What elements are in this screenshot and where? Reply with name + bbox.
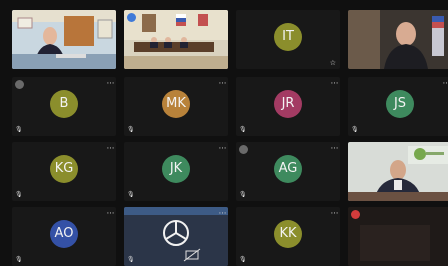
- pin-badge[interactable]: [15, 80, 24, 89]
- participant-tile[interactable]: MK ⋮ 🎙: [124, 77, 228, 136]
- pin-badge[interactable]: [127, 13, 136, 22]
- more-options-icon[interactable]: ⋮: [106, 144, 115, 152]
- participant-avatar: JR: [274, 90, 302, 119]
- participant-avatar: IT: [274, 23, 302, 52]
- video-feed-office-single: [12, 10, 116, 69]
- participant-tile[interactable]: AO ⋮ 🎙: [12, 207, 116, 266]
- participant-tile[interactable]: [348, 207, 448, 266]
- microphone-icon[interactable]: 🎙: [239, 191, 247, 198]
- participant-tile[interactable]: [348, 10, 448, 69]
- participant-avatar: KG: [50, 155, 78, 184]
- microphone-icon[interactable]: 🎙: [15, 126, 23, 133]
- microphone-icon[interactable]: 🎙: [127, 256, 135, 263]
- participant-tile[interactable]: IT ☆: [236, 10, 340, 69]
- video-feed-dark: [348, 207, 448, 266]
- participant-tile[interactable]: [348, 142, 448, 201]
- participant-avatar: JS: [386, 90, 414, 119]
- video-call-grid: IT ☆ B ⋮ 🎙 MK ⋮ 🎙 JR ⋮ 🎙 JS ⋮ 🎙 KG ⋮ 🎙 J…: [8, 4, 448, 266]
- participant-avatar: AO: [50, 220, 78, 249]
- microphone-icon[interactable]: 🎙: [351, 126, 359, 133]
- more-options-icon[interactable]: ⋮: [106, 79, 115, 87]
- microphone-icon[interactable]: 🎙: [239, 126, 247, 133]
- participant-avatar: KK: [274, 220, 302, 249]
- participant-tile[interactable]: B ⋮ 🎙: [12, 77, 116, 136]
- microphone-icon[interactable]: 🎙: [239, 256, 247, 263]
- participant-tile[interactable]: JS ⋮ 🎙: [348, 77, 448, 136]
- participant-tile[interactable]: ⋮ 🎙: [124, 207, 228, 266]
- video-feed-conference-room: [124, 10, 228, 69]
- more-options-icon[interactable]: ⋮: [218, 79, 227, 87]
- participant-avatar: JK: [162, 155, 190, 184]
- participant-avatar: B: [50, 90, 78, 119]
- participant-tile[interactable]: [124, 10, 228, 69]
- more-options-icon[interactable]: ⋮: [330, 144, 339, 152]
- more-options-icon[interactable]: ⋮: [330, 209, 339, 217]
- microphone-icon[interactable]: 🎙: [15, 191, 23, 198]
- video-feed-office-desk: [348, 142, 448, 201]
- microphone-icon[interactable]: 🎙: [15, 256, 23, 263]
- microphone-icon[interactable]: 🎙: [127, 126, 135, 133]
- participant-avatar: MK: [162, 90, 190, 119]
- video-feed-camera-off: [124, 207, 228, 266]
- pin-badge[interactable]: [351, 210, 360, 219]
- participant-avatar: AG: [274, 155, 302, 184]
- participant-tile[interactable]: [12, 10, 116, 69]
- more-options-icon[interactable]: ⋮: [106, 209, 115, 217]
- more-options-icon[interactable]: ⋮: [330, 79, 339, 87]
- participant-tile[interactable]: JK ⋮ 🎙: [124, 142, 228, 201]
- pin-badge[interactable]: [239, 145, 248, 154]
- more-options-icon[interactable]: ⋮: [442, 79, 448, 87]
- microphone-icon[interactable]: 🎙: [127, 191, 135, 198]
- participant-tile[interactable]: KG ⋮ 🎙: [12, 142, 116, 201]
- more-options-icon[interactable]: ⋮: [218, 209, 227, 217]
- participant-tile[interactable]: AG ⋮ 🎙: [236, 142, 340, 201]
- more-options-icon[interactable]: ⋮: [218, 144, 227, 152]
- participant-tile[interactable]: KK ⋮ 🎙: [236, 207, 340, 266]
- star-icon[interactable]: ☆: [330, 59, 336, 67]
- video-feed-office-portrait: [348, 10, 448, 69]
- participant-tile[interactable]: JR ⋮ 🎙: [236, 77, 340, 136]
